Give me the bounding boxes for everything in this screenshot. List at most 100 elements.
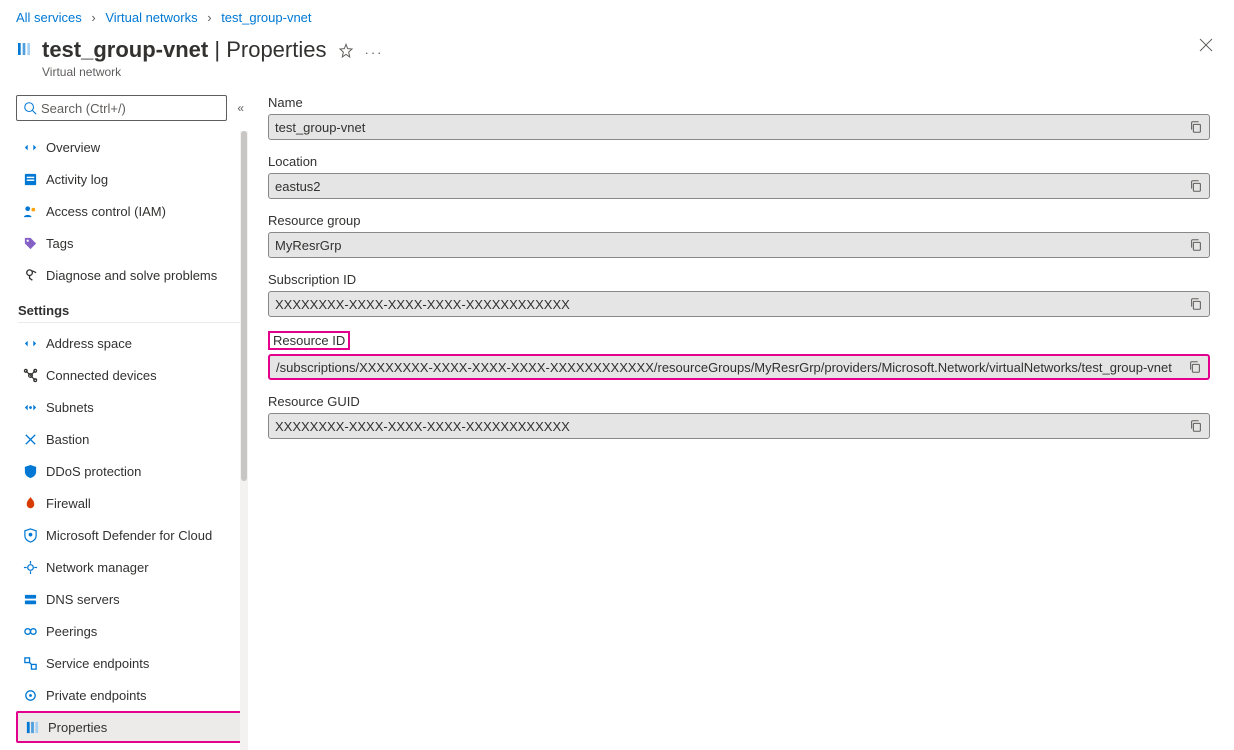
defender-icon: [22, 527, 38, 543]
network-manager-icon: [22, 559, 38, 575]
sidebar-item-firewall[interactable]: Firewall: [16, 487, 244, 519]
subnets-icon: [22, 399, 38, 415]
sidebar-item-label: Service endpoints: [46, 656, 149, 671]
search-placeholder: Search (Ctrl+/): [41, 101, 126, 116]
sidebar-item-label: Connected devices: [46, 368, 157, 383]
more-actions-button[interactable]: ···: [364, 45, 383, 60]
ddos-icon: [22, 463, 38, 479]
peerings-icon: [22, 623, 38, 639]
sidebar-item-microsoft-defender-for-cloud[interactable]: Microsoft Defender for Cloud: [16, 519, 244, 551]
property-value-box[interactable]: test_group-vnet: [268, 114, 1210, 140]
sidebar-item-dns-servers[interactable]: DNS servers: [16, 583, 244, 615]
collapse-menu-button[interactable]: «: [237, 101, 244, 115]
property-value: /subscriptions/XXXXXXXX-XXXX-XXXX-XXXX-X…: [276, 360, 1188, 375]
property-field-resource-guid: Resource GUID XXXXXXXX-XXXX-XXXX-XXXX-XXX…: [268, 394, 1210, 439]
copy-button[interactable]: [1189, 120, 1203, 134]
property-value: XXXXXXXX-XXXX-XXXX-XXXX-XXXXXXXXXXXX: [275, 419, 1189, 434]
property-value-box[interactable]: /subscriptions/XXXXXXXX-XXXX-XXXX-XXXX-X…: [268, 354, 1210, 380]
copy-button[interactable]: [1188, 360, 1202, 374]
sidebar-item-label: Access control (IAM): [46, 204, 166, 219]
sidebar-item-label: Firewall: [46, 496, 91, 511]
properties-icon: [24, 719, 40, 735]
property-field-resource-id: Resource ID/subscriptions/XXXXXXXX-XXXX-…: [268, 331, 1210, 380]
breadcrumb-link-all-services[interactable]: All services: [16, 10, 82, 25]
sidebar-item-label: Peerings: [46, 624, 97, 639]
sidebar-item-label: Subnets: [46, 400, 94, 415]
property-value-box[interactable]: MyResrGrp: [268, 232, 1210, 258]
breadcrumb-current[interactable]: test_group-vnet: [221, 10, 311, 25]
property-label: Resource group: [268, 213, 361, 228]
sidebar-item-bastion[interactable]: Bastion: [16, 423, 244, 455]
sidebar-item-private-endpoints[interactable]: Private endpoints: [16, 679, 244, 711]
chevron-right-icon: ›: [207, 10, 211, 25]
copy-button[interactable]: [1189, 179, 1203, 193]
property-value-box[interactable]: XXXXXXXX-XXXX-XXXX-XXXX-XXXXXXXXXXXX: [268, 291, 1210, 317]
sidebar-item-label: Overview: [46, 140, 100, 155]
virtual-network-icon: [16, 41, 32, 57]
sidebar-item-label: Address space: [46, 336, 132, 351]
copy-button[interactable]: [1189, 297, 1203, 311]
property-value-box[interactable]: XXXXXXXX-XXXX-XXXX-XXXX-XXXXXXXXXXXX: [268, 413, 1210, 439]
property-label: Resource GUID: [268, 394, 360, 409]
property-field-subscription-id: Subscription IDXXXXXXXX-XXXX-XXXX-XXXX-X…: [268, 272, 1210, 317]
address-space-icon: [22, 335, 38, 351]
sidebar-item-overview[interactable]: Overview: [16, 131, 244, 163]
property-label: Name: [268, 95, 303, 110]
sidebar-item-label: Tags: [46, 236, 73, 251]
page-header: test_group-vnet | Properties Virtual net…: [0, 31, 1234, 91]
overview-icon: [22, 139, 38, 155]
sidebar-item-ddos-protection[interactable]: DDoS protection: [16, 455, 244, 487]
service-endpoints-icon: [22, 655, 38, 671]
close-button[interactable]: [1198, 37, 1214, 56]
sidebar: Search (Ctrl+/) « Overview Activity log Ac…: [0, 91, 248, 750]
property-field-resource-group: Resource group MyResrGrp: [268, 213, 1210, 258]
iam-icon: [22, 203, 38, 219]
sidebar-scrollbar-thumb[interactable]: [241, 131, 247, 481]
main-content: Name test_group-vnet Location eastus2 Resour…: [248, 91, 1234, 750]
connected-devices-icon: [22, 367, 38, 383]
sidebar-item-label: DNS servers: [46, 592, 120, 607]
sidebar-search-input[interactable]: Search (Ctrl+/): [16, 95, 227, 121]
resource-type-label: Virtual network: [42, 65, 326, 79]
sidebar-item-label: Private endpoints: [46, 688, 146, 703]
copy-button[interactable]: [1189, 238, 1203, 252]
dns-icon: [22, 591, 38, 607]
property-value-box[interactable]: eastus2: [268, 173, 1210, 199]
sidebar-item-subnets[interactable]: Subnets: [16, 391, 244, 423]
property-label: Resource ID: [268, 331, 350, 350]
activity-log-icon: [22, 171, 38, 187]
property-field-location: Location eastus2: [268, 154, 1210, 199]
sidebar-item-tags[interactable]: Tags: [16, 227, 244, 259]
sidebar-item-address-space[interactable]: Address space: [16, 327, 244, 359]
title-divider: |: [208, 37, 226, 62]
resource-name: test_group-vnet: [42, 37, 208, 62]
tags-icon: [22, 235, 38, 251]
search-icon: [23, 101, 37, 115]
sidebar-item-service-endpoints[interactable]: Service endpoints: [16, 647, 244, 679]
sidebar-item-diagnose-and-solve-problems[interactable]: Diagnose and solve problems: [16, 259, 244, 291]
sidebar-item-label: Microsoft Defender for Cloud: [46, 528, 212, 543]
diagnose-icon: [22, 267, 38, 283]
property-value: test_group-vnet: [275, 120, 1189, 135]
sidebar-item-label: Diagnose and solve problems: [46, 268, 217, 283]
sidebar-item-network-manager[interactable]: Network manager: [16, 551, 244, 583]
page-title: test_group-vnet | Properties: [42, 37, 326, 63]
sidebar-item-connected-devices[interactable]: Connected devices: [16, 359, 244, 391]
property-label: Location: [268, 154, 317, 169]
blade-title: Properties: [226, 37, 326, 62]
breadcrumb: All services › Virtual networks › test_g…: [0, 0, 1234, 31]
sidebar-item-label: Bastion: [46, 432, 89, 447]
bastion-icon: [22, 431, 38, 447]
sidebar-item-properties[interactable]: Properties: [16, 711, 244, 743]
sidebar-scrollbar[interactable]: [240, 131, 248, 750]
property-value: MyResrGrp: [275, 238, 1189, 253]
pin-button[interactable]: [338, 43, 354, 62]
chevron-right-icon: ›: [91, 10, 95, 25]
sidebar-item-access-control-iam[interactable]: Access control (IAM): [16, 195, 244, 227]
breadcrumb-link-virtual-networks[interactable]: Virtual networks: [105, 10, 197, 25]
copy-button[interactable]: [1189, 419, 1203, 433]
sidebar-item-label: Activity log: [46, 172, 108, 187]
sidebar-item-peerings[interactable]: Peerings: [16, 615, 244, 647]
property-value: XXXXXXXX-XXXX-XXXX-XXXX-XXXXXXXXXXXX: [275, 297, 1189, 312]
sidebar-item-activity-log[interactable]: Activity log: [16, 163, 244, 195]
